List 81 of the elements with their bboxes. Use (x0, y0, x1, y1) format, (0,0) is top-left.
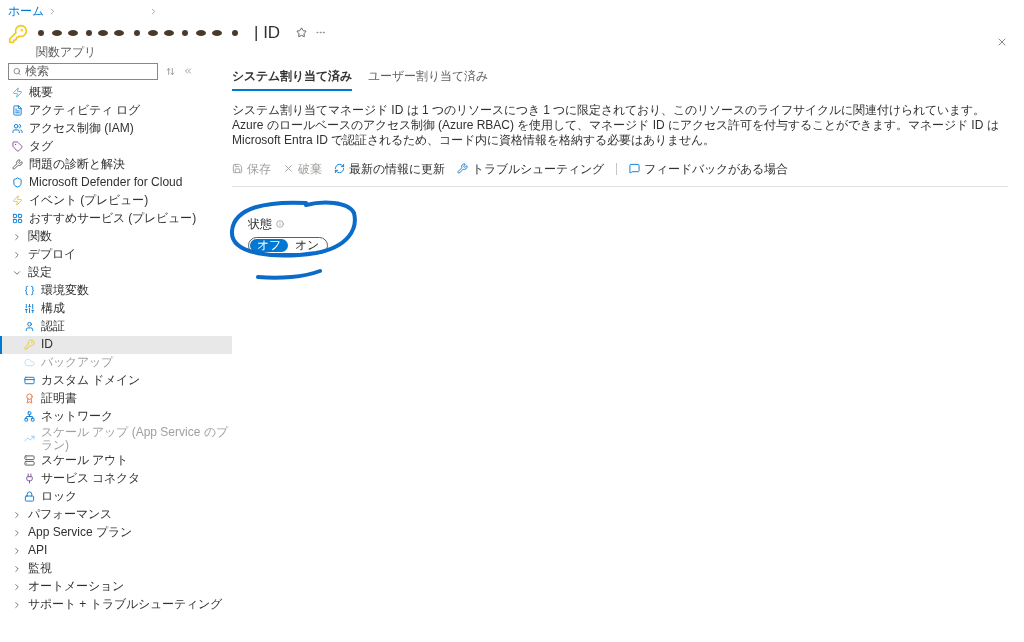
item-icon (24, 321, 35, 332)
chevron-icon (12, 509, 22, 520)
description-text: システム割り当てマネージド ID は 1 つのリソースにつき 1 つに限定されており、このリソースのライフサイクルに関連付けられています。Azure のロールベースのアクセス制御 (Azure RBAC) を使用して、マネージド ID にアクセス許可を付与することができます。マネージド ID は Microsoft Entra ID で認証されるため、コード内に資格情報を格納する必要はありません。 (232, 102, 1000, 148)
chevron-icon (12, 581, 22, 592)
sidebar-item[interactable]: サービス コネクタ (0, 469, 232, 488)
toggle-option[interactable]: オフ (250, 238, 288, 252)
sidebar-item[interactable]: Microsoft Defender for Cloud (0, 173, 232, 192)
item-icon (24, 357, 35, 368)
sidebar-group[interactable]: API (0, 541, 232, 560)
collapse-icon[interactable] (183, 66, 193, 76)
toolbar-icon (457, 163, 468, 174)
item-icon (24, 339, 35, 350)
item-icon (24, 473, 35, 484)
chevron-icon (12, 563, 22, 574)
item-icon (12, 105, 23, 116)
item-icon (24, 303, 35, 314)
info-icon (276, 219, 284, 228)
resource-type: 関数アプリ (36, 45, 97, 59)
toolbar-button[interactable]: トラブルシューティング (457, 159, 604, 178)
item-icon (12, 123, 23, 134)
item-icon (24, 433, 35, 444)
sidebar-group[interactable]: 設定 (0, 263, 232, 282)
tab[interactable]: システム割り当て済み (232, 66, 352, 91)
sidebar-group[interactable]: App Service プラン (0, 523, 232, 542)
tab[interactable]: ユーザー割り当て済み (368, 66, 488, 91)
sort-icon[interactable] (166, 66, 175, 76)
close-icon[interactable] (996, 36, 1008, 48)
star-icon[interactable] (296, 27, 308, 39)
item-icon (24, 375, 35, 386)
toolbar-icon (334, 163, 345, 174)
chevron-icon (12, 527, 22, 538)
status-label: 状態 (248, 215, 272, 233)
sidebar-item[interactable]: 認証 (0, 317, 232, 336)
sidebar-item[interactable]: ネットワーク (0, 407, 232, 426)
item-icon (24, 491, 35, 502)
item-icon (12, 159, 23, 170)
sidebar-group[interactable]: サポート + トラブルシューティング (0, 595, 232, 614)
sidebar-item[interactable]: ID (0, 335, 232, 354)
sidebar-item[interactable]: 証明書 (0, 389, 232, 408)
sidebar-item[interactable]: イベント (プレビュー) (0, 191, 232, 210)
sidebar-item[interactable]: ロック (0, 487, 232, 506)
sidebar-item[interactable]: おすすめサービス (プレビュー) (0, 209, 232, 228)
sidebar-group[interactable]: 監視 (0, 559, 232, 578)
chevron-icon (12, 545, 22, 556)
sidebar-item[interactable]: 環境変数 (0, 281, 232, 300)
sidebar-group[interactable]: パフォーマンス (0, 505, 232, 524)
item-icon (24, 393, 35, 404)
sidebar-group[interactable]: オートメーション (0, 577, 232, 596)
toolbar-icon (629, 163, 640, 174)
search-icon (13, 66, 22, 76)
sidebar-item[interactable]: アクセス制御 (IAM) (0, 119, 232, 138)
item-icon (24, 411, 35, 422)
toggle-option[interactable]: オン (288, 238, 326, 252)
key-icon (8, 24, 28, 44)
page-title: | ID (254, 22, 281, 44)
sidebar-item[interactable]: カスタム ドメイン (0, 371, 232, 390)
sidebar-item[interactable]: タグ (0, 137, 232, 156)
item-icon (12, 87, 23, 98)
toolbar-icon (283, 163, 294, 174)
item-icon (12, 213, 23, 224)
sidebar-group[interactable]: 関数 (0, 227, 232, 246)
item-icon (12, 177, 23, 188)
sidebar-item[interactable]: 問題の診断と解決 (0, 155, 232, 174)
chevron-icon (149, 6, 158, 16)
sidebar-item[interactable]: スケール アウト (0, 451, 232, 470)
chevron-icon (12, 599, 22, 610)
item-icon (24, 285, 35, 296)
sidebar-item[interactable]: 構成 (0, 299, 232, 318)
toolbar-icon (232, 163, 243, 174)
sidebar-item[interactable]: 概要 (0, 83, 232, 102)
toolbar-button[interactable]: 最新の情報に更新 (334, 159, 445, 178)
sidebar-item[interactable]: アクティビティ ログ (0, 101, 232, 120)
sidebar-group[interactable]: デプロイ (0, 245, 232, 264)
item-icon (12, 195, 23, 206)
chevron-icon (12, 249, 22, 260)
chevron-icon (48, 6, 57, 16)
chevron-icon (12, 231, 22, 242)
toolbar-button[interactable]: フィードバックがある場合 (629, 159, 788, 178)
breadcrumb-link[interactable]: ホーム (8, 2, 44, 20)
item-icon (12, 141, 23, 152)
item-icon (24, 455, 35, 466)
